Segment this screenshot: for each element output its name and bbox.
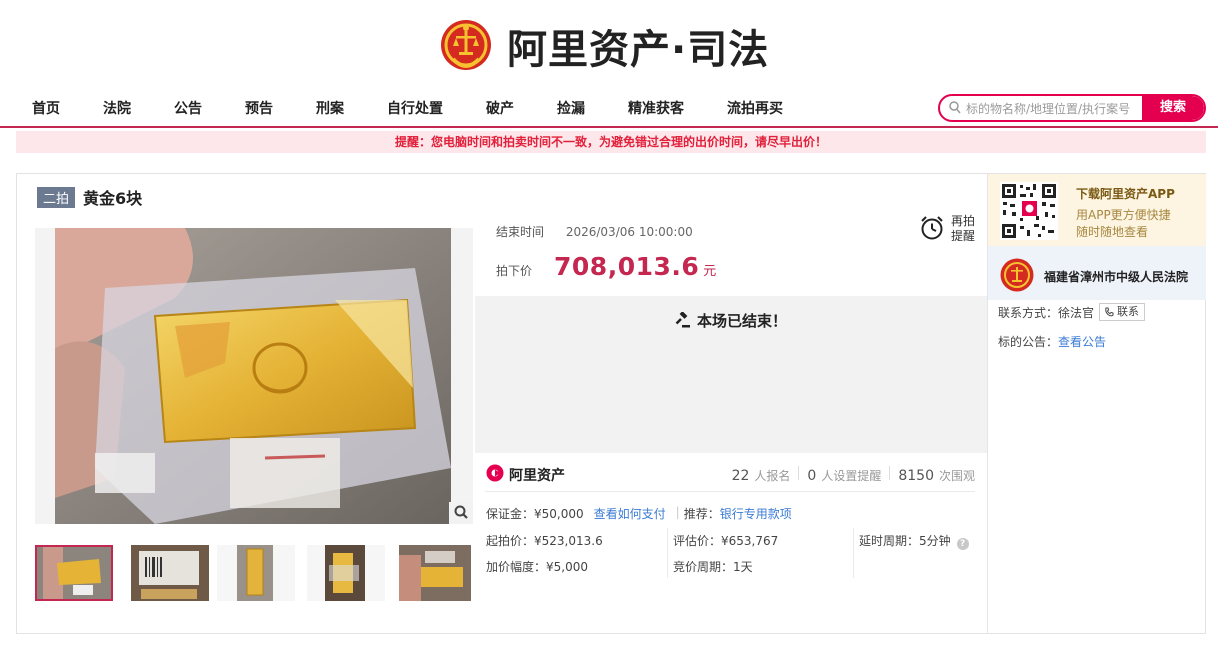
thumbnail[interactable] <box>307 545 385 601</box>
nav-item-home[interactable]: 首页 <box>32 98 60 118</box>
title-row: 二拍 黄金6块 <box>37 185 142 209</box>
ali-assets-logo-text: 阿里资产 <box>509 467 565 484</box>
app-subtitle-line: 用APP更方便快捷 <box>1076 208 1171 222</box>
divider <box>889 466 891 480</box>
nav-item-announcement[interactable]: 公告 <box>174 98 202 118</box>
contact-row: 联系方式：徐法官 联系 <box>998 303 1146 321</box>
stats-row: 阿里资产 22 人报名 0 人设置提醒 8150 次围观 <box>485 462 975 492</box>
gavel-icon <box>675 311 691 332</box>
end-time-row: 结束时间 2026/03/06 10:00:00 <box>496 223 693 240</box>
app-download-subtitle: 用APP更方便快捷 随时随地查看 <box>1076 207 1171 241</box>
item-title: 黄金6块 <box>83 189 143 208</box>
divider: | <box>675 505 680 519</box>
delay-period-text: 延时周期：5分钟 <box>859 534 951 548</box>
main-photo[interactable] <box>35 228 473 524</box>
auction-ended-text: 本场已结束！ <box>696 312 787 330</box>
signup-label: 人报名 <box>754 469 791 483</box>
qr-code <box>1000 182 1058 240</box>
thumbnail[interactable] <box>217 545 295 601</box>
help-icon[interactable]: ? <box>956 538 969 550</box>
view-label: 次围观 <box>938 469 975 483</box>
bid-increment: 加价幅度：¥5,000 <box>486 560 588 574</box>
zoom-button[interactable] <box>449 502 473 524</box>
thumbnail[interactable] <box>35 545 113 601</box>
auction-ended-message: 本场已结束！ <box>475 310 987 332</box>
app-download-box[interactable]: 下载阿里资产APP 用APP更方便快捷 随时随地查看 <box>988 174 1206 246</box>
announcement-label: 标的公告： <box>998 335 1059 349</box>
end-time-value: 2026/03/06 10:00:00 <box>565 225 693 239</box>
relist-reminder-button[interactable]: 再拍提醒 <box>919 214 977 244</box>
app-download-title: 下载阿里资产APP <box>1076 187 1175 201</box>
divider <box>798 466 800 480</box>
view-announcement-link[interactable]: 查看公告 <box>1058 335 1106 349</box>
final-price-label: 拍下价 <box>496 264 533 278</box>
brand-title: 阿里资产·司法 <box>507 27 770 73</box>
search-input[interactable] <box>966 99 1150 119</box>
phone-icon <box>1104 307 1114 317</box>
bid-period: 竞价周期：1天 <box>673 560 753 574</box>
contact-button-label: 联系 <box>1117 305 1140 318</box>
start-price: 起拍价：¥523,013.6 <box>486 534 603 548</box>
sidebar: 下载阿里资产APP 用APP更方便快捷 随时随地查看 福建省漳州市中级人民法院 … <box>987 174 1206 633</box>
round-badge: 二拍 <box>37 186 76 208</box>
nav-item-self-disposal[interactable]: 自行处置 <box>387 98 443 118</box>
nav-item-precise-leads[interactable]: 精准获客 <box>628 98 684 118</box>
nav-item-bankruptcy[interactable]: 破产 <box>486 98 514 118</box>
appraisal-price: 评估价：¥653,767 <box>673 534 779 548</box>
final-price-unit: 元 <box>703 264 717 279</box>
contact-button[interactable]: 联系 <box>1099 303 1146 321</box>
brand-logo[interactable]: 阿里资产·司法 <box>439 14 769 78</box>
contact-label: 联系方式：徐法官 <box>998 305 1095 320</box>
reminder-count: 0 <box>807 468 817 484</box>
reminder-label: 人设置提醒 <box>821 469 882 483</box>
auction-detail-panel: 二拍 黄金6块 结束时间 2026/03/06 10:00:00 拍下价 708… <box>16 173 1206 634</box>
bank-payment-link[interactable]: 银行专用款项 <box>720 505 792 522</box>
view-count: 8150 <box>898 468 934 484</box>
auction-stats: 22 人报名 0 人设置提醒 8150 次围观 <box>724 466 975 484</box>
divider <box>667 528 668 578</box>
how-to-pay-link[interactable]: 查看如何支付 <box>594 505 666 522</box>
nav-item-bargain[interactable]: 捡漏 <box>557 98 585 118</box>
search-icon <box>949 101 961 118</box>
court-info[interactable]: 福建省漳州市中级人民法院 <box>988 246 1206 300</box>
court-name: 福建省漳州市中级人民法院 <box>1044 270 1189 284</box>
deposit-row: 保证金：¥50,000 查看如何支付 | 推荐： 银行专用款项 <box>486 505 792 522</box>
nav-item-court[interactable]: 法院 <box>103 98 131 118</box>
search-bar: 搜索 <box>938 94 1206 122</box>
final-price-value: 708,013.6 <box>554 252 700 281</box>
ali-assets-logo: 阿里资产 <box>486 464 565 485</box>
thumbnail[interactable] <box>399 545 477 601</box>
signup-count: 22 <box>731 468 750 484</box>
relist-reminder-label: 再拍提醒 <box>951 214 976 243</box>
ali-assets-logo-icon <box>486 464 504 485</box>
zoom-icon <box>454 505 468 522</box>
divider <box>853 528 854 578</box>
nav-item-criminal[interactable]: 刑案 <box>316 98 344 118</box>
recommend-label: 推荐： <box>683 507 720 521</box>
announcement-row: 标的公告：查看公告 <box>998 333 1106 350</box>
final-price-row: 拍下价 708,013.6 元 <box>496 252 716 281</box>
auction-ended-panel: 本场已结束！ <box>475 296 987 453</box>
thumbnail[interactable] <box>131 545 209 601</box>
time-warning-banner: 提醒：您电脑时间和拍卖时间不一致，为避免错过合理的出价时间，请尽早出价！ <box>16 131 1206 153</box>
nav-item-preview[interactable]: 预告 <box>245 98 273 118</box>
alarm-clock-icon <box>919 215 945 244</box>
deposit-value: 保证金：¥50,000 <box>486 507 584 521</box>
nav-item-relist[interactable]: 流拍再买 <box>727 98 783 118</box>
court-emblem-icon <box>1000 258 1034 292</box>
delay-period: 延时周期：5分钟? <box>859 532 969 550</box>
auction-info: 结束时间 2026/03/06 10:00:00 拍下价 708,013.6 元… <box>475 174 987 633</box>
end-time-label: 结束时间 <box>496 225 545 239</box>
search-button[interactable]: 搜索 <box>1142 96 1204 120</box>
court-emblem-icon <box>439 17 493 75</box>
app-subtitle-line: 随时随地查看 <box>1076 225 1149 239</box>
